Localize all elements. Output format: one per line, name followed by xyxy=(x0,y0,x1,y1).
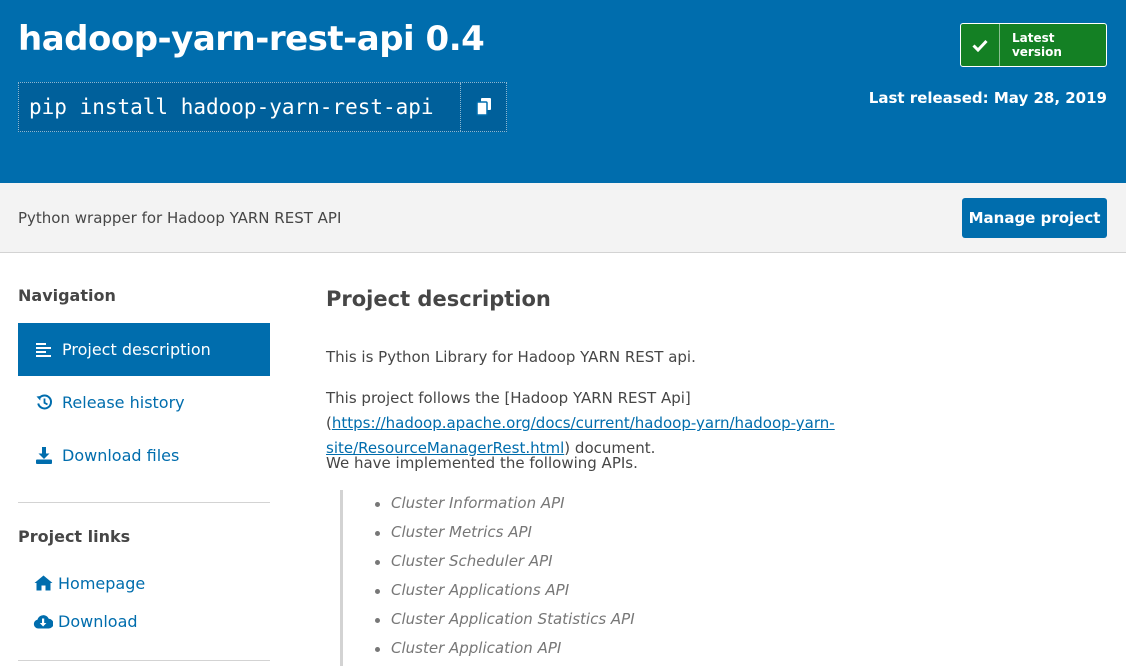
latest-version-label: Latest version xyxy=(1011,31,1062,59)
api-list-item: Cluster Metrics API xyxy=(375,523,532,541)
sidebar-divider xyxy=(18,660,270,661)
latest-version-badge[interactable]: Latest version xyxy=(960,23,1107,67)
api-list-item: Cluster Applications API xyxy=(374,581,570,599)
api-list-blockquote: Cluster Information API Cluster Metrics … xyxy=(340,490,740,666)
check-icon xyxy=(961,24,1000,66)
package-header: hadoop-yarn-rest-api 0.4 pip install had… xyxy=(0,0,1126,183)
nav-item-label: Project description xyxy=(62,340,211,359)
pip-install-box: pip install hadoop-yarn-rest-api xyxy=(18,82,507,132)
project-description-heading: Project description xyxy=(326,287,551,311)
api-list-item: Cluster Application API xyxy=(374,639,562,657)
nav-release-history[interactable]: Release history xyxy=(18,376,270,429)
align-left-icon xyxy=(34,340,54,360)
description-paragraph: This is Python Library for Hadoop YARN R… xyxy=(326,348,696,366)
package-title: hadoop-yarn-rest-api 0.4 xyxy=(18,19,485,59)
nav-download-files[interactable]: Download files xyxy=(18,429,270,482)
navigation-heading: Navigation xyxy=(18,286,116,305)
home-icon xyxy=(33,573,53,593)
download-icon xyxy=(34,446,54,466)
api-list-item: Cluster Application Statistics API xyxy=(375,610,635,628)
sidebar-divider xyxy=(18,502,270,503)
api-list-item: Cluster Information API xyxy=(375,494,565,512)
link-homepage[interactable]: Homepage xyxy=(33,571,145,595)
history-icon xyxy=(34,393,54,413)
package-summary-bar: Python wrapper for Hadoop YARN REST API xyxy=(0,183,1126,253)
cloud-download-icon xyxy=(33,611,53,631)
project-links-heading: Project links xyxy=(18,527,131,546)
copy-icon xyxy=(475,98,491,116)
nav-item-label: Release history xyxy=(62,393,185,412)
manage-project-button[interactable]: Manage project xyxy=(962,198,1107,238)
pip-command[interactable]: pip install hadoop-yarn-rest-api xyxy=(19,95,460,119)
link-label: Homepage xyxy=(58,573,146,593)
link-download[interactable]: Download xyxy=(33,609,138,633)
link-label: Download xyxy=(58,611,138,631)
nav-project-description[interactable]: Project description xyxy=(18,323,270,376)
api-list-item: Cluster Scheduler API xyxy=(375,552,553,570)
package-summary: Python wrapper for Hadoop YARN REST API xyxy=(18,209,342,227)
last-released-date: Last released: May 28, 2019 xyxy=(868,89,1107,107)
description-paragraph: We have implemented the following APIs. xyxy=(326,454,638,472)
nav-item-label: Download files xyxy=(62,446,180,465)
copy-button[interactable] xyxy=(460,83,506,131)
description-paragraph: This project follows the [Hadoop YARN RE… xyxy=(326,386,1046,461)
